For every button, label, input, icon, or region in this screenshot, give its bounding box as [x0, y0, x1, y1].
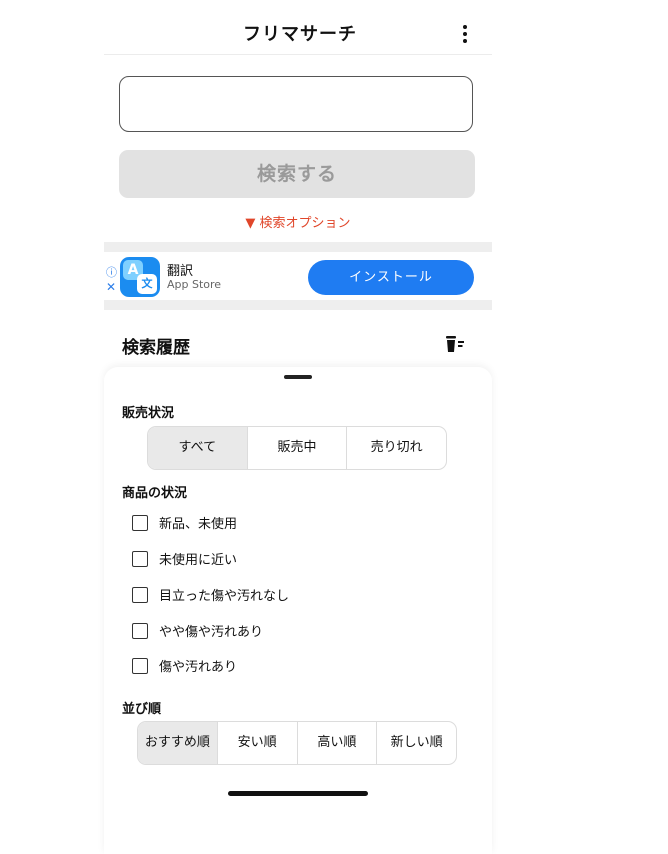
sales-status-label: 販売状況 [122, 406, 175, 421]
app-title: フリマサーチ [243, 24, 357, 45]
sales-status-all[interactable]: すべて [148, 427, 247, 469]
condition-label: 商品の状況 [122, 486, 188, 501]
sort-newest[interactable]: 新しい順 [376, 722, 456, 764]
sort-recommended[interactable]: おすすめ順 [138, 722, 217, 764]
condition-item-label: やや傷や汚れあり [159, 625, 264, 640]
condition-item-label: 新品、未使用 [159, 517, 238, 532]
condition-item-label: 未使用に近い [159, 553, 238, 568]
header-divider [104, 54, 492, 55]
sales-status-sold-out[interactable]: 売り切れ [346, 427, 446, 469]
condition-no-visible-damage[interactable]: 目立った傷や汚れなし [132, 585, 289, 604]
ad-info-icon[interactable]: ⓘ [106, 264, 117, 280]
checkbox[interactable] [132, 550, 148, 567]
sales-status-on-sale[interactable]: 販売中 [246, 427, 347, 469]
sort-label: 並び順 [122, 702, 162, 717]
ad-store-label: App Store [167, 278, 222, 291]
condition-item-label: 目立った傷や汚れなし [159, 589, 290, 604]
sort-price-high[interactable]: 高い順 [296, 722, 377, 764]
condition-like-new[interactable]: 未使用に近い [132, 549, 237, 568]
ad-close-icon[interactable]: ✕ [106, 280, 116, 294]
ad-app-name: 翻訳 [167, 264, 194, 279]
home-indicator [228, 791, 368, 796]
condition-new[interactable]: 新品、未使用 [132, 513, 237, 532]
trash-filter-icon[interactable] [444, 334, 466, 354]
condition-item-label: 傷や汚れあり [159, 660, 238, 675]
search-input[interactable] [119, 76, 473, 132]
search-options-toggle[interactable]: ▼ 検索オプション [0, 212, 596, 231]
ad-divider-bottom [104, 300, 492, 310]
condition-damaged[interactable]: 傷や汚れあり [132, 656, 237, 675]
sort-price-low[interactable]: 安い順 [216, 722, 297, 764]
checkbox[interactable] [132, 622, 148, 639]
translate-app-icon: A 文 [120, 257, 160, 297]
sort-segmented: おすすめ順 安い順 高い順 新しい順 [137, 721, 457, 765]
ad-divider-top [104, 242, 492, 252]
checkbox[interactable] [132, 514, 148, 531]
sheet-grabber[interactable] [284, 375, 312, 379]
sales-status-segmented: すべて 販売中 売り切れ [147, 426, 447, 470]
ad-install-button[interactable]: インストール [308, 260, 474, 295]
search-history-title: 検索履歴 [122, 338, 190, 358]
checkbox[interactable] [132, 657, 148, 674]
more-vertical-icon[interactable] [458, 22, 472, 46]
checkbox[interactable] [132, 586, 148, 603]
condition-some-damage[interactable]: やや傷や汚れあり [132, 621, 263, 640]
search-button[interactable]: 検索する [119, 150, 475, 198]
